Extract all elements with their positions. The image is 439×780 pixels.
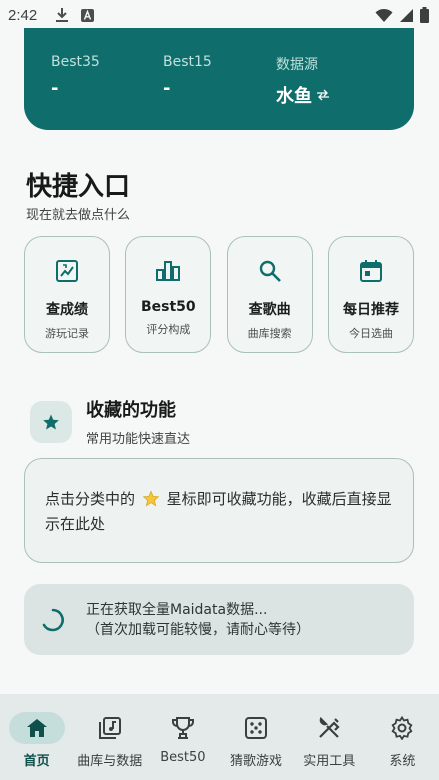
stat-best15: Best15 - — [163, 54, 212, 99]
quick-card-title: 查成绩 — [46, 302, 88, 318]
swap-icon — [316, 89, 330, 101]
quick-access-grid: 查成绩 游玩记录 Best50 评分构成 查歌曲 曲库搜索 每日推荐 今日选曲 — [24, 236, 414, 353]
quick-card-title: 查歌曲 — [248, 302, 291, 318]
loading-spinner-icon — [40, 607, 66, 633]
status-bar: 2:42 — [0, 0, 439, 30]
home-icon — [8, 712, 65, 744]
stat-value: 水鱼 — [276, 86, 312, 107]
quick-card-subtitle: 评分构成 — [146, 323, 191, 336]
stat-label: 数据源 — [276, 57, 318, 73]
bar-chart-icon — [154, 257, 182, 285]
favorites-empty-hint: 点击分类中的 星标即可收藏功能，收藏后直接显示在此处 — [24, 458, 414, 563]
wifi-icon — [375, 8, 393, 23]
nav-item-tools[interactable]: 实用工具 — [293, 694, 366, 769]
nav-item-home[interactable]: 首页 — [0, 694, 73, 769]
nav-item-best50[interactable]: Best50 — [146, 694, 219, 765]
gear-icon — [374, 712, 430, 744]
quick-card-scores[interactable]: 查成绩 游玩记录 — [24, 236, 110, 353]
data-source-switch[interactable]: 水鱼 — [276, 82, 330, 108]
dice-icon — [228, 712, 284, 744]
quick-card-best50[interactable]: Best50 评分构成 — [125, 236, 212, 353]
bottom-navigation: 首页 曲库与数据 Best50 猜歌游戏 实用工具 系统 — [0, 694, 439, 780]
nav-label: 曲库与数据 — [77, 754, 143, 769]
quick-card-subtitle: 游玩记录 — [45, 327, 89, 340]
quick-access-title: 快捷入口 — [26, 172, 131, 202]
music-library-icon — [82, 712, 138, 744]
star-icon — [30, 400, 72, 443]
download-icon — [55, 7, 69, 23]
nav-item-guess-game[interactable]: 猜歌游戏 — [220, 694, 293, 769]
favorites-title: 收藏的功能 — [86, 400, 176, 421]
loading-line-1: 正在获取全量Maidata数据... — [86, 601, 268, 618]
status-time: 2:42 — [8, 6, 38, 24]
stat-label: Best35 — [51, 54, 100, 70]
battery-icon — [420, 7, 429, 23]
stat-value: - — [163, 78, 171, 99]
nav-item-library[interactable]: 曲库与数据 — [73, 694, 146, 769]
hint-prefix: 点击分类中的 — [45, 490, 136, 508]
nav-item-system[interactable]: 系统 — [366, 694, 439, 769]
stat-value: - — [51, 78, 59, 99]
stat-best35: Best35 - — [51, 54, 100, 99]
quick-card-title: Best50 — [140, 299, 196, 315]
quick-access-subtitle: 现在就去做点什么 — [26, 208, 131, 223]
rating-summary-card: Best35 - Best15 - 数据源 水鱼 — [24, 28, 414, 130]
star-emoji-icon — [142, 487, 160, 512]
quick-card-title: 每日推荐 — [342, 302, 399, 318]
favorites-subtitle: 常用功能快速直达 — [86, 432, 191, 447]
calendar-icon — [357, 257, 385, 285]
favorites-header: 收藏的功能 常用功能快速直达 — [30, 396, 190, 447]
quick-card-song-search[interactable]: 查歌曲 曲库搜索 — [226, 236, 313, 353]
score-icon — [53, 257, 81, 285]
nav-label: 猜歌游戏 — [230, 754, 283, 769]
nav-label: Best50 — [160, 750, 206, 765]
tools-icon — [301, 712, 357, 744]
trophy-icon — [155, 712, 211, 744]
stat-label: Best15 — [163, 54, 212, 70]
loading-line-2: （首次加载可能较慢，请耐心等待） — [86, 621, 310, 638]
font-badge-icon — [81, 8, 95, 22]
maidata-loading-banner: 正在获取全量Maidata数据... （首次加载可能较慢，请耐心等待） — [24, 584, 414, 655]
search-icon — [256, 257, 284, 285]
nav-label: 实用工具 — [303, 754, 356, 769]
nav-label: 系统 — [389, 754, 416, 769]
quick-card-daily-pick[interactable]: 每日推荐 今日选曲 — [327, 236, 414, 353]
stat-data-source[interactable]: 数据源 水鱼 — [276, 54, 330, 108]
quick-card-subtitle: 曲库搜索 — [247, 327, 292, 340]
signal-icon — [399, 8, 414, 23]
quick-card-subtitle: 今日选曲 — [348, 327, 393, 340]
nav-label: 首页 — [23, 754, 50, 769]
